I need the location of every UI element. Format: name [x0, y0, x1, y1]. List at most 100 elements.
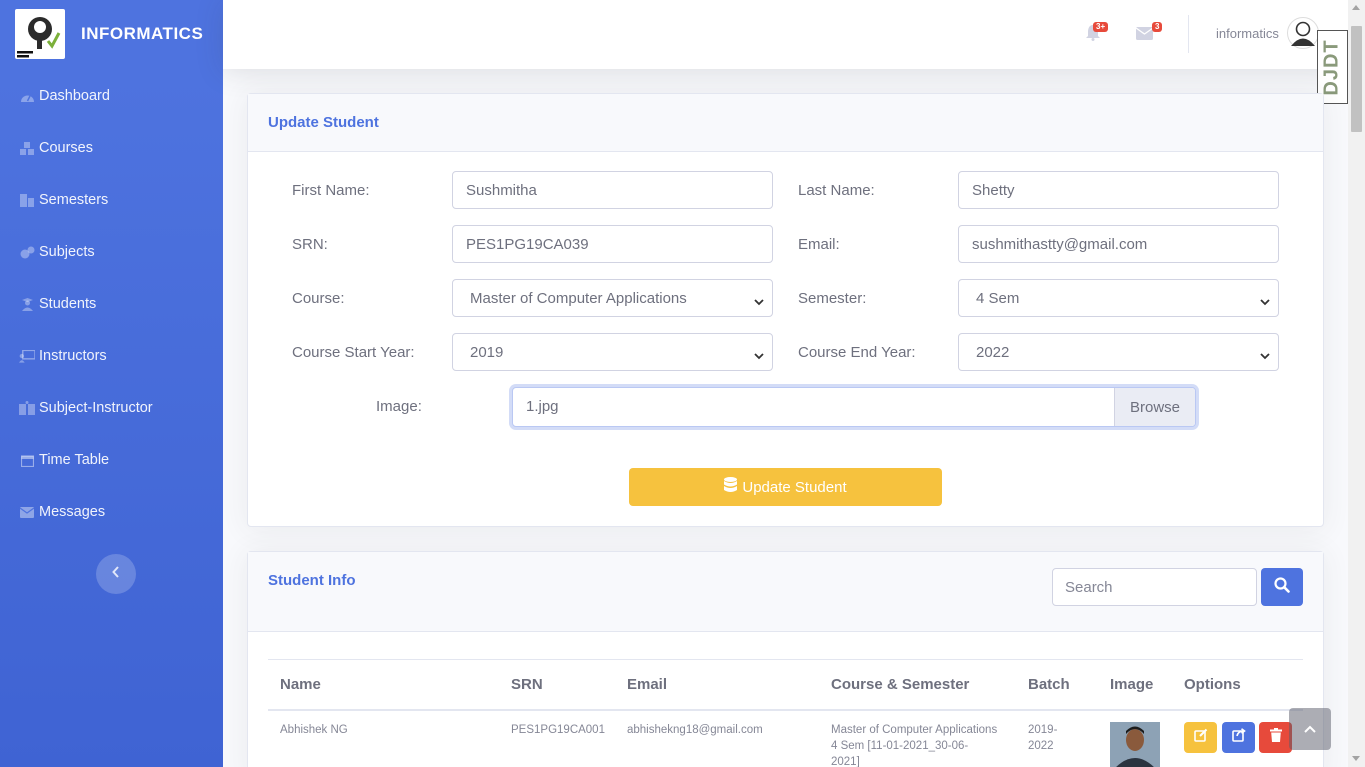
debug-toolbar-label: DJDT	[1321, 38, 1344, 96]
edit-icon	[1193, 728, 1208, 747]
cell-course-semester: Master of Computer Applications 4 Sem [1…	[831, 722, 1011, 767]
topbar-divider	[1188, 15, 1189, 53]
alerts-badge: 3+	[1093, 22, 1109, 32]
srn-input[interactable]: PES1PG19CA039	[452, 225, 773, 263]
last-name-value: Shetty	[972, 181, 1015, 199]
srn-label: SRN:	[292, 236, 328, 253]
cubes-icon	[19, 141, 35, 155]
user-name[interactable]: informatics	[1216, 26, 1279, 41]
start-year-label: Course Start Year:	[292, 344, 415, 361]
column-header-batch[interactable]: Batch	[1028, 676, 1070, 693]
semester-select[interactable]: 4 Sem	[958, 279, 1279, 317]
end-year-select[interactable]: 2022	[958, 333, 1279, 371]
cell-batch: 2019- 2022	[1028, 722, 1057, 754]
sidebar-item-label: Students	[39, 296, 97, 312]
cell-email: abhishekng18@gmail.com	[627, 724, 763, 736]
column-header-options[interactable]: Options	[1184, 676, 1241, 693]
cell-batch-line: 2019-	[1028, 724, 1058, 736]
chevron-down-icon	[1260, 347, 1270, 364]
sidebar-item-label: Time Table	[39, 452, 110, 468]
sidebar-item-label: Messages	[39, 504, 106, 520]
card-header: Update Student	[248, 94, 1323, 152]
messages-button[interactable]: 3	[1135, 22, 1163, 45]
sidebar-item-students[interactable]: Students	[0, 278, 223, 330]
envelope-icon	[1135, 27, 1154, 44]
chevron-down-icon	[1260, 293, 1270, 310]
sidebar-item-label: Semesters	[39, 192, 109, 208]
column-header-srn[interactable]: SRN	[511, 676, 543, 693]
chevron-left-icon	[112, 565, 120, 583]
share-square-icon	[1231, 728, 1246, 747]
sidebar-toggle-button[interactable]	[96, 554, 136, 594]
sidebar-item-subjects[interactable]: Subjects	[0, 226, 223, 278]
start-year-value: 2019	[470, 343, 504, 361]
sidebar-item-instructors[interactable]: Instructors	[0, 330, 223, 382]
scroll-up-arrow-icon[interactable]	[1352, 5, 1360, 10]
building-icon	[19, 193, 35, 207]
edit-button[interactable]	[1184, 722, 1217, 753]
brand-logo	[15, 9, 65, 59]
search-icon	[1274, 576, 1290, 598]
scroll-down-arrow-icon[interactable]	[1352, 756, 1360, 761]
update-student-card: Update Student First Name: Sushmitha Las…	[247, 93, 1324, 527]
column-header-email[interactable]: Email	[627, 676, 667, 693]
sidebar-item-messages[interactable]: Messages	[0, 486, 223, 538]
sidebar-item-dashboard[interactable]: Dashboard	[0, 70, 223, 122]
brand-name: INFORMATICS	[81, 24, 204, 43]
search-button[interactable]	[1261, 568, 1303, 606]
end-year-label: Course End Year:	[798, 344, 916, 361]
scroll-to-top-button[interactable]	[1289, 708, 1331, 750]
cell-name: Abhishek NG	[280, 724, 348, 736]
card-title: Update Student	[268, 114, 379, 131]
search-placeholder: Search	[1065, 578, 1113, 596]
sidebar-item-subject-instructor[interactable]: Subject-Instructor	[0, 382, 223, 434]
column-header-course-semester[interactable]: Course & Semester	[831, 676, 969, 693]
messages-badge: 3	[1152, 22, 1163, 32]
page-scrollbar[interactable]	[1348, 0, 1365, 767]
brand[interactable]: INFORMATICS	[15, 9, 203, 59]
card-header: Student Info Search	[248, 552, 1323, 632]
first-name-value: Sushmitha	[466, 181, 537, 199]
email-input[interactable]: sushmithastty@gmail.com	[958, 225, 1279, 263]
last-name-input[interactable]: Shetty	[958, 171, 1279, 209]
first-name-input[interactable]: Sushmitha	[452, 171, 773, 209]
image-file-name: 1.jpg	[526, 398, 559, 415]
start-year-select[interactable]: 2019	[452, 333, 773, 371]
book-reader-icon	[19, 401, 35, 415]
calendar-icon	[19, 453, 35, 467]
srn-value: PES1PG19CA039	[466, 235, 589, 253]
update-student-button[interactable]: Update Student	[629, 468, 942, 506]
first-name-label: First Name:	[292, 182, 370, 199]
sidebar-item-time-table[interactable]: Time Table	[0, 434, 223, 486]
email-value: sushmithastty@gmail.com	[972, 235, 1148, 253]
search-input[interactable]: Search	[1052, 568, 1257, 606]
cell-course-line: 2021]	[831, 756, 860, 767]
chevron-up-icon	[1304, 720, 1316, 738]
column-header-name[interactable]: Name	[280, 676, 321, 693]
share-button[interactable]	[1222, 722, 1255, 753]
chevron-down-icon	[754, 293, 764, 310]
delete-button[interactable]	[1259, 722, 1292, 753]
sidebar-item-label: Courses	[39, 140, 93, 156]
scrollbar-thumb[interactable]	[1351, 26, 1362, 132]
sidebar-item-semesters[interactable]: Semesters	[0, 174, 223, 226]
image-file-input[interactable]: 1.jpg Browse	[512, 387, 1196, 427]
database-icon	[724, 477, 742, 497]
cell-srn: PES1PG19CA001	[511, 724, 605, 736]
alerts-button[interactable]: 3+	[1086, 22, 1109, 46]
semester-label: Semester:	[798, 290, 867, 307]
cell-course-line: 4 Sem [11-01-2021_30-06-	[831, 740, 969, 752]
envelope-icon	[19, 505, 35, 519]
trash-icon	[1269, 728, 1282, 747]
card-title: Student Info	[268, 572, 356, 589]
dashboard-icon	[19, 89, 35, 103]
column-header-image[interactable]: Image	[1110, 676, 1153, 693]
topbar: 3+ 3 informatics	[223, 0, 1348, 69]
browse-button[interactable]: Browse	[1114, 388, 1195, 426]
email-label: Email:	[798, 236, 840, 253]
sidebar-nav: Dashboard Courses Semesters Subjects Stu…	[0, 70, 223, 538]
sidebar-item-courses[interactable]: Courses	[0, 122, 223, 174]
student-info-card: Student Info Search Name SRN Email Cours…	[247, 551, 1324, 767]
course-select[interactable]: Master of Computer Applications	[452, 279, 773, 317]
user-avatar[interactable]	[1287, 17, 1319, 49]
